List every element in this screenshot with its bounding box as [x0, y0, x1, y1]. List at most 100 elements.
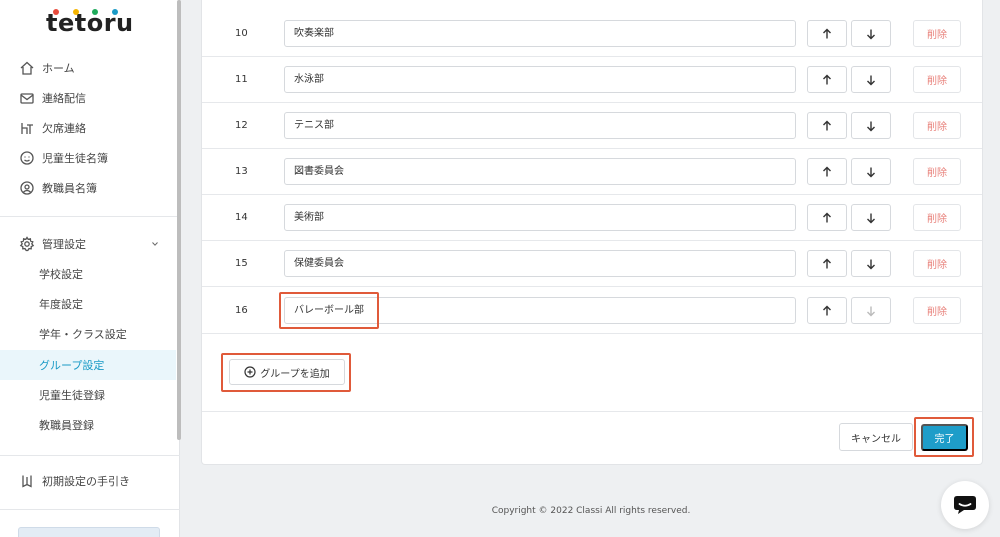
arrow-up-icon	[823, 166, 831, 176]
move-up-button[interactable]	[807, 66, 847, 93]
group-name-input[interactable]: 図書委員会	[284, 158, 796, 185]
delete-button[interactable]: 削除	[913, 250, 961, 277]
nav-item-students[interactable]: 児童生徒名簿	[18, 147, 108, 169]
book-icon	[18, 472, 36, 490]
arrow-down-icon	[867, 259, 875, 269]
arrow-down-icon	[867, 75, 875, 85]
sidebar: tetoru ホーム 連絡配信 欠席連絡 児童生徒名簿 教職員名簿 管理設定 学…	[0, 0, 180, 537]
logo-dot	[53, 9, 59, 15]
cancel-button[interactable]: キャンセル	[839, 423, 913, 451]
move-down-button[interactable]	[851, 204, 891, 231]
move-down-button[interactable]	[851, 112, 891, 139]
plus-circle-icon	[244, 366, 256, 378]
move-up-button[interactable]	[807, 204, 847, 231]
arrow-up-icon	[823, 120, 831, 130]
sidebar-item-student-registration[interactable]: 児童生徒登録	[0, 380, 176, 410]
nav-item-admin[interactable]: 管理設定	[18, 233, 86, 255]
sidebar-scrollbar[interactable]	[177, 0, 181, 440]
delete-button[interactable]: 削除	[913, 66, 961, 93]
nav-item-label: 管理設定	[42, 238, 86, 251]
table-row: 14 美術部 削除	[202, 195, 982, 241]
student-icon	[18, 149, 36, 167]
arrow-up-icon	[823, 258, 831, 268]
sidebar-divider	[0, 509, 180, 510]
nav-item-teachers[interactable]: 教職員名簿	[18, 177, 97, 199]
nav-item-home[interactable]: ホーム	[18, 57, 75, 79]
sidebar-item-label: グループ設定	[39, 359, 105, 372]
delete-button[interactable]: 削除	[913, 158, 961, 185]
group-number: 11	[235, 74, 248, 85]
sidebar-item-label: 児童生徒登録	[39, 389, 105, 402]
delete-button[interactable]: 削除	[913, 204, 961, 231]
sidebar-item-year-settings[interactable]: 年度設定	[0, 289, 176, 319]
group-name-input[interactable]: 美術部	[284, 204, 796, 231]
arrow-up-icon	[823, 212, 831, 222]
sidebar-item-group-settings[interactable]: グループ設定	[0, 350, 180, 380]
nav-item-label: 欠席連絡	[42, 122, 86, 135]
nav-item-label: 初期設定の手引き	[42, 475, 130, 488]
group-name-input[interactable]: バレーボール部	[284, 297, 796, 324]
move-down-button[interactable]	[851, 297, 891, 324]
delete-button[interactable]: 削除	[913, 20, 961, 47]
move-up-button[interactable]	[807, 112, 847, 139]
arrow-up-icon	[823, 74, 831, 84]
gear-icon	[18, 235, 36, 253]
move-up-button[interactable]	[807, 297, 847, 324]
move-down-button[interactable]	[851, 158, 891, 185]
group-number: 13	[235, 166, 248, 177]
arrow-down-icon	[867, 29, 875, 39]
chevron-down-icon[interactable]	[151, 240, 159, 248]
copyright-text: Copyright © 2022 Classi All rights reser…	[491, 506, 691, 516]
move-up-button[interactable]	[807, 20, 847, 47]
logo[interactable]: tetoru	[46, 4, 134, 38]
sidebar-item-teacher-registration[interactable]: 教職員登録	[0, 410, 176, 440]
table-row: 15 保健委員会 削除	[202, 241, 982, 287]
group-number: 10	[235, 28, 248, 39]
arrow-up-icon	[823, 305, 831, 315]
logo-dot	[112, 9, 118, 15]
nav-item-setup-guide[interactable]: 初期設定の手引き	[18, 470, 130, 492]
sidebar-divider	[0, 455, 180, 456]
chat-button[interactable]	[941, 481, 989, 529]
sidebar-item-label: 学年・クラス設定	[39, 328, 127, 341]
mail-icon	[18, 89, 36, 107]
home-icon	[18, 59, 36, 77]
sidebar-item-grade-class-settings[interactable]: 学年・クラス設定	[0, 319, 176, 349]
move-down-button[interactable]	[851, 66, 891, 93]
nav-item-absence[interactable]: 欠席連絡	[18, 117, 86, 139]
group-number: 16	[235, 305, 248, 316]
sidebar-item-label: 年度設定	[39, 298, 83, 311]
table-row: 16 バレーボール部 削除	[202, 288, 982, 334]
add-group-button[interactable]: グループを追加	[229, 359, 345, 385]
sidebar-divider	[0, 216, 180, 217]
delete-button[interactable]: 削除	[913, 112, 961, 139]
table-row: 11 水泳部 削除	[202, 57, 982, 103]
sidebar-item-school-settings[interactable]: 学校設定	[0, 259, 176, 289]
teacher-icon	[18, 179, 36, 197]
move-up-button[interactable]	[807, 250, 847, 277]
group-name-input[interactable]: 吹奏楽部	[284, 20, 796, 47]
arrow-down-icon	[867, 213, 875, 223]
chat-icon	[954, 496, 976, 514]
group-name-input[interactable]: 保健委員会	[284, 250, 796, 277]
arrow-down-icon	[867, 121, 875, 131]
group-number: 15	[235, 258, 248, 269]
group-name-input[interactable]: 水泳部	[284, 66, 796, 93]
table-row: 10 吹奏楽部 削除	[202, 11, 982, 57]
group-name-input[interactable]: テニス部	[284, 112, 796, 139]
desk-icon	[18, 119, 36, 137]
move-down-button[interactable]	[851, 20, 891, 47]
nav-item-label: 連絡配信	[42, 92, 86, 105]
move-down-button[interactable]	[851, 250, 891, 277]
sidebar-bottom-panel[interactable]	[18, 527, 160, 537]
arrow-down-icon	[867, 306, 875, 316]
done-button[interactable]: 完了	[921, 424, 968, 451]
table-row: 12 テニス部 削除	[202, 103, 982, 149]
move-up-button[interactable]	[807, 158, 847, 185]
arrow-down-icon	[867, 167, 875, 177]
delete-button[interactable]: 削除	[913, 297, 961, 324]
logo-dot	[92, 9, 98, 15]
table-row: 13 図書委員会 削除	[202, 149, 982, 195]
nav-item-messages[interactable]: 連絡配信	[18, 87, 86, 109]
logo-text: tetoru	[46, 9, 134, 37]
